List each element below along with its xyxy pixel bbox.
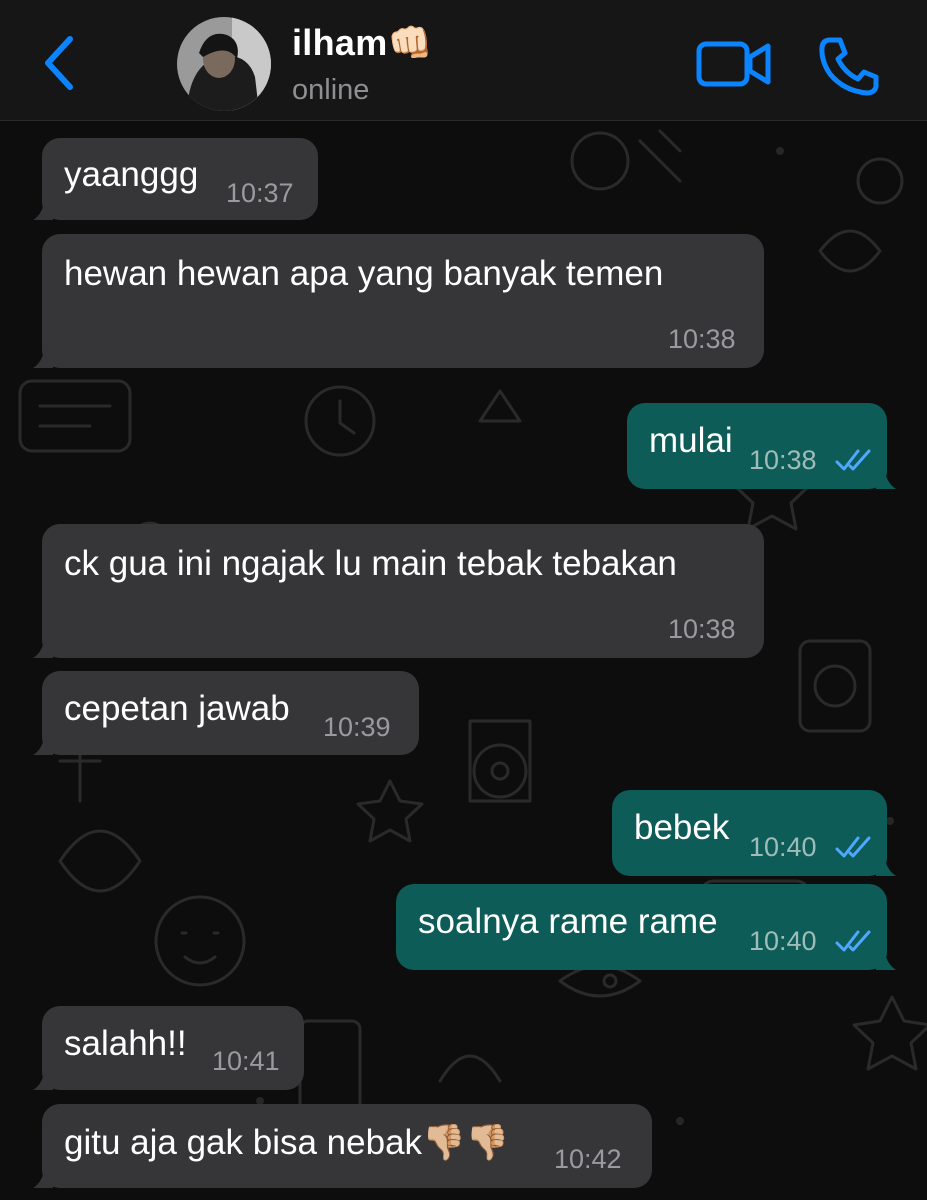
- video-call-button[interactable]: [696, 38, 772, 90]
- video-camera-icon: [696, 41, 771, 87]
- bubble-tail: [33, 1068, 53, 1090]
- chat-header: ilham👊🏻 online: [0, 0, 927, 121]
- message-bubble[interactable]: cepetan jawab 10:39: [33, 671, 419, 755]
- message-bubble[interactable]: mulai 10:38: [627, 403, 896, 489]
- bubble-tail: [33, 636, 53, 658]
- message-bubble[interactable]: soalnya rame rame 10:40: [396, 884, 896, 970]
- message-time: 10:40: [749, 926, 817, 956]
- avatar-photo: [177, 17, 271, 111]
- message-text: hewan hewan apa yang banyak temen: [64, 254, 664, 293]
- message-time: 10:41: [212, 1046, 280, 1076]
- message-bubble[interactable]: yaanggg 10:37: [33, 138, 318, 220]
- message-time: 10:40: [749, 832, 817, 862]
- bubble-tail: [33, 346, 53, 368]
- read-receipt-icon: [835, 930, 871, 952]
- bubble-tail: [33, 198, 53, 220]
- message-text: cepetan jawab: [64, 689, 290, 728]
- chat-screen: ilham👊🏻 online yaanggg 10:37 hewan hewan…: [0, 0, 927, 1200]
- message-time: 10:37: [226, 178, 294, 208]
- read-receipt-icon: [835, 836, 871, 858]
- bubble-tail: [33, 733, 53, 755]
- message-time: 10:42: [554, 1144, 622, 1174]
- message-text: soalnya rame rame: [418, 902, 718, 941]
- message-time: 10:38: [668, 614, 736, 644]
- bubble-tail: [876, 467, 896, 489]
- contact-status: online: [292, 74, 370, 106]
- message-bubble[interactable]: bebek 10:40: [612, 790, 896, 876]
- voice-call-button[interactable]: [818, 36, 880, 96]
- message-text: yaanggg: [64, 155, 199, 194]
- message-text: ck gua ini ngajak lu main tebak tebakan: [64, 544, 677, 583]
- read-receipt-icon: [835, 449, 871, 471]
- message-bubble[interactable]: salahh!! 10:41: [33, 1006, 304, 1090]
- message-time: 10:39: [323, 712, 391, 742]
- message-bubble[interactable]: hewan hewan apa yang banyak temen 10:38: [33, 234, 764, 368]
- bubble-tail: [876, 854, 896, 876]
- message-bubble[interactable]: ck gua ini ngajak lu main tebak tebakan …: [33, 524, 764, 658]
- message-text: salahh!!: [64, 1024, 187, 1063]
- phone-icon: [819, 37, 879, 96]
- avatar[interactable]: [177, 17, 271, 111]
- message-text: mulai: [649, 421, 733, 460]
- message-bubble[interactable]: gitu aja gak bisa nebak👎🏼👎🏼 10:42: [33, 1104, 652, 1188]
- chevron-left-icon: [45, 36, 73, 90]
- message-time: 10:38: [668, 324, 736, 354]
- contact-name[interactable]: ilham👊🏻: [292, 22, 433, 64]
- back-button[interactable]: [30, 28, 90, 98]
- message-text: bebek: [634, 808, 730, 847]
- message-time: 10:38: [749, 445, 817, 475]
- message-text: gitu aja gak bisa nebak👎🏼👎🏼: [64, 1123, 510, 1162]
- bubble-tail: [876, 948, 896, 970]
- bubble-tail: [33, 1166, 53, 1188]
